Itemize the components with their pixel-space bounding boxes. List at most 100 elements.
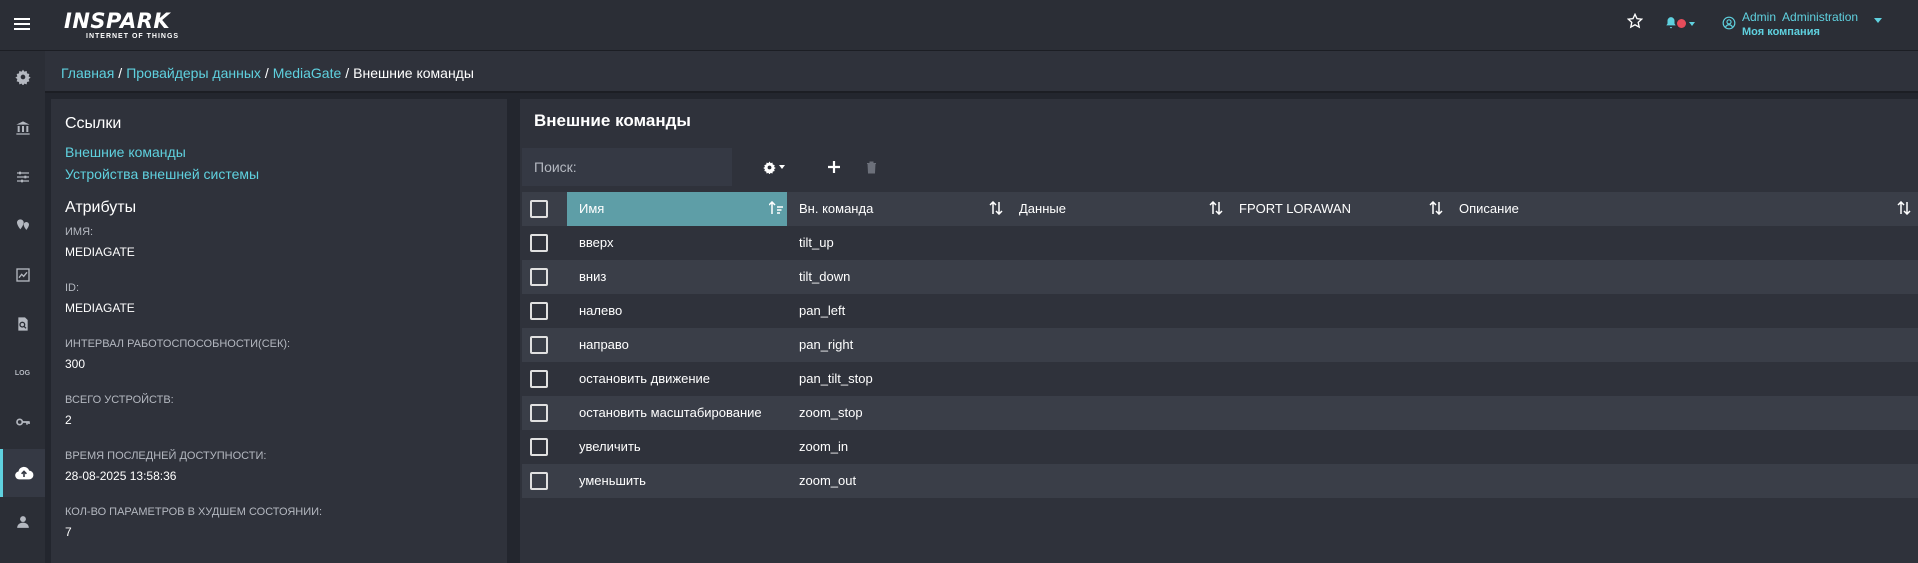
cell-name: остановить движение [579, 371, 711, 386]
row-checkbox[interactable] [530, 234, 548, 252]
sidebar-item-parameters[interactable] [0, 155, 45, 199]
sidebar-item-dashboards[interactable] [0, 253, 45, 297]
attr-label-id: ID: [65, 282, 80, 294]
column-header-label: Имя [579, 201, 605, 216]
breadcrumb-link-mediagate[interactable]: MediaGate [273, 65, 341, 81]
sidebar-item-keys[interactable] [0, 400, 45, 444]
sidebar-item-log[interactable]: LOG [0, 351, 45, 395]
breadcrumb: Главная / Провайдеры данных / MediaGate / Внеш… [45, 51, 1918, 93]
sidebar-item-reports[interactable] [0, 302, 45, 346]
sort-ascending-icon [769, 201, 783, 214]
column-header-name[interactable]: Имя [567, 192, 787, 226]
attr-label-worst-params: КОЛ-ВО ПАРАМЕТРОВ В ХУДШЕМ СОСТОЯНИИ: [65, 506, 323, 518]
cell-name: увеличить [579, 439, 641, 454]
row-checkbox[interactable] [530, 302, 548, 320]
row-checkbox[interactable] [530, 370, 548, 388]
sidebar-item-organizations[interactable] [0, 106, 45, 150]
table-header: Имя Вн. команда Данные FPORT LORAWAN Опи… [522, 192, 1918, 226]
attributes-heading: Атрибуты [65, 199, 137, 216]
attr-value-name: MEDIAGATE [65, 245, 135, 259]
column-header-label: Вн. команда [799, 201, 874, 216]
user-name: Admin Administration [1742, 10, 1859, 24]
sidebar-item-settings[interactable] [0, 55, 45, 99]
logo-sub: INTERNET OF THINGS [86, 33, 180, 40]
attr-value-id: MEDIAGATE [65, 301, 135, 315]
table-row[interactable]: направо pan_right [522, 328, 1918, 362]
row-checkbox[interactable] [530, 268, 548, 286]
details-panel: Ссылки Внешние команды Устройства внешне… [51, 99, 507, 563]
sidebar: LOG [0, 51, 45, 563]
gear-icon [14, 69, 31, 85]
column-header-description[interactable]: Описание [1447, 192, 1918, 226]
cell-name: вверх [579, 235, 614, 250]
cell-command: zoom_stop [799, 405, 863, 420]
page-title: Внешние команды [534, 111, 691, 130]
bell-icon [1666, 17, 1676, 29]
cell-command: zoom_out [799, 473, 857, 488]
sidebar-item-data-providers[interactable] [0, 449, 45, 497]
table-row[interactable]: вверх tilt_up [522, 226, 1918, 260]
chevron-down-icon [1689, 22, 1695, 26]
table-row[interactable]: уменьшить zoom_out [522, 464, 1918, 498]
table-row[interactable]: остановить масштабирование zoom_stop [522, 396, 1918, 430]
cell-command: tilt_down [799, 269, 851, 284]
table-row[interactable]: вниз tilt_down [522, 260, 1918, 294]
star-icon[interactable] [1626, 12, 1645, 31]
attr-value-health-interval: 300 [65, 357, 86, 371]
log-icon: LOG [14, 369, 31, 377]
breadcrumb-separator: / [345, 65, 350, 81]
column-header-label: Описание [1459, 201, 1519, 216]
breadcrumb-link-home[interactable]: Главная [61, 65, 114, 81]
dashboard-icon [15, 268, 30, 282]
user-menu[interactable]: Admin Administration Моя компания [1722, 10, 1882, 42]
breadcrumb-separator: / [264, 65, 269, 81]
select-all-checkbox[interactable] [530, 200, 548, 218]
column-header-label: FPORT LORAWAN [1239, 201, 1351, 216]
chevron-down-icon [1874, 18, 1882, 23]
user-circle-icon [1722, 16, 1736, 30]
key-icon [15, 418, 30, 426]
notification-dot [1677, 19, 1686, 28]
attr-label-health-interval: ИНТЕРВАЛ РАБОТОСПОСОБНОСТИ(СЕК): [65, 338, 291, 350]
chevron-down-icon [779, 165, 785, 169]
cell-command: zoom_in [799, 439, 849, 454]
sort-icon [1209, 201, 1223, 215]
sidebar-item-map[interactable] [0, 204, 45, 248]
row-checkbox[interactable] [530, 404, 548, 422]
row-checkbox[interactable] [530, 438, 548, 456]
top-bar: INSPARK INTERNET OF THINGS Admin Adminis… [0, 0, 1918, 51]
sliders-icon [16, 171, 29, 183]
breadcrumb-link-data-providers[interactable]: Провайдеры данных [126, 65, 261, 81]
column-header-fport-lorawan[interactable]: FPORT LORAWAN [1227, 192, 1447, 226]
menu-icon[interactable] [14, 18, 30, 32]
bank-icon [15, 121, 30, 135]
sort-icon [1429, 201, 1443, 215]
user-company: Моя компания [1742, 26, 1820, 38]
table-row[interactable]: остановить движение pan_tilt_stop [522, 362, 1918, 396]
cell-command: pan_tilt_stop [799, 371, 873, 386]
cell-command: pan_left [799, 303, 846, 318]
trash-icon [867, 161, 876, 173]
add-command-button[interactable] [828, 158, 840, 176]
notifications-button[interactable] [1664, 14, 1704, 32]
link-external-commands[interactable]: Внешние команды [65, 141, 493, 163]
cell-name: налево [579, 303, 623, 318]
column-header-data[interactable]: Данные [1007, 192, 1227, 226]
sidebar-item-users[interactable] [0, 500, 45, 544]
attr-value-total-devices: 2 [65, 413, 72, 427]
sort-icon [989, 201, 1003, 215]
logo[interactable]: INSPARK INTERNET OF THINGS [64, 10, 179, 41]
search-input[interactable] [522, 148, 732, 186]
row-checkbox[interactable] [530, 336, 548, 354]
delete-command-button[interactable] [866, 158, 877, 176]
table-row[interactable]: налево pan_left [522, 294, 1918, 328]
row-checkbox[interactable] [530, 472, 548, 490]
column-settings-button[interactable] [763, 158, 785, 176]
table-row[interactable]: увеличить zoom_in [522, 430, 1918, 464]
attr-label-last-available: ВРЕМЯ ПОСЛЕДНЕЙ ДОСТУПНОСТИ: [65, 450, 267, 462]
column-header-command[interactable]: Вн. команда [787, 192, 1007, 226]
link-external-system-devices[interactable]: Устройства внешней системы [65, 163, 493, 185]
plus-icon [828, 161, 840, 173]
sort-icon [1897, 201, 1911, 215]
cell-name: вниз [579, 269, 607, 284]
